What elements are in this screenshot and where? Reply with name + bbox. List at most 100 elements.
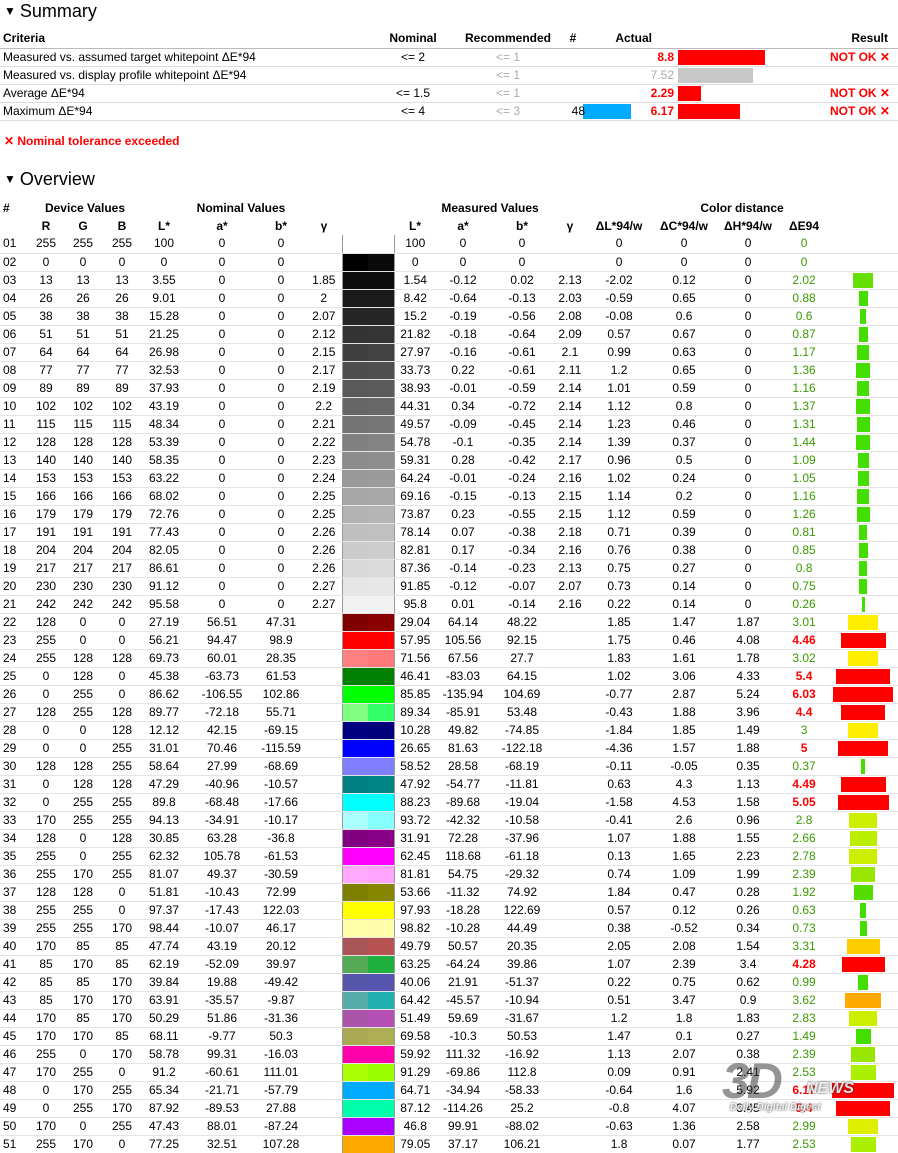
cell-mL: 71.56 — [394, 649, 437, 668]
row-index: 36 — [0, 865, 30, 884]
cell-G: 255 — [62, 1099, 104, 1118]
cell-dH: 1.13 — [716, 775, 781, 794]
delta-e-bar-cell — [828, 955, 898, 974]
cell-dL: 1.23 — [586, 415, 653, 434]
cell-dC: 0.47 — [652, 883, 717, 902]
cell-L: 15.28 — [140, 307, 188, 326]
col-dev-b: B — [117, 218, 127, 233]
cell-g — [306, 1063, 343, 1082]
cell-L: 86.62 — [140, 685, 188, 704]
measured-swatch — [368, 343, 394, 360]
cell-ma: -11.32 — [436, 883, 491, 902]
cell-mL: 82.81 — [394, 541, 437, 560]
cell-b: -61.53 — [256, 847, 306, 866]
cell-dC: 3.47 — [652, 991, 717, 1010]
row-index: 13 — [0, 451, 30, 470]
cell-delta-e: 0.26 — [780, 595, 829, 614]
cell-R: 85 — [30, 973, 62, 992]
cell-delta-e: 0.85 — [780, 541, 829, 560]
delta-e-bar — [857, 380, 870, 396]
cell-g — [306, 1009, 343, 1028]
nominal-swatch — [343, 649, 369, 666]
cell-dC: 0.5 — [652, 451, 717, 470]
row-index: 14 — [0, 469, 30, 488]
cell-dH: 0 — [716, 361, 781, 380]
cell-delta-e: 5.05 — [780, 793, 829, 812]
cell-g — [306, 253, 343, 272]
delta-e-bar-cell — [828, 775, 898, 794]
cell-delta-e: 3 — [780, 721, 829, 740]
overview-heading[interactable]: ▼ Overview — [4, 168, 95, 190]
cell-b: 0 — [256, 577, 306, 596]
delta-e-bar-cell — [828, 919, 898, 938]
delta-e-bar — [853, 884, 873, 900]
cell-ma: -0.15 — [436, 487, 491, 506]
cell-G: 115 — [62, 415, 104, 434]
cell-dC: 0.07 — [652, 1135, 717, 1153]
cell-B: 255 — [104, 865, 140, 884]
cell-delta-e: 3.62 — [780, 991, 829, 1010]
cell-B: 140 — [104, 451, 140, 470]
cell-b: -30.59 — [256, 865, 306, 884]
cell-delta-e: 5 — [780, 739, 829, 758]
cell-G: 128 — [62, 433, 104, 452]
cell-dL: 1.07 — [586, 955, 653, 974]
cell-dC: 4.3 — [652, 775, 717, 794]
table-row: 36 255 170 255 81.07 49.37 -30.59 81.81 54.75 -29… — [0, 865, 898, 884]
cell-g — [306, 847, 343, 866]
cell-g: 2.24 — [306, 469, 343, 488]
cell-mg: 2.15 — [554, 505, 587, 524]
cell-b: 72.99 — [256, 883, 306, 902]
cell-dL: 1.12 — [586, 505, 653, 524]
nominal-swatch — [343, 811, 369, 828]
cell-dC: 0.12 — [652, 901, 717, 920]
cell-L: 68.02 — [140, 487, 188, 506]
cell-mL: 40.06 — [394, 973, 437, 992]
cell-G: 170 — [62, 1027, 104, 1046]
cell-mg: 2.1 — [554, 343, 587, 362]
table-row: 21 242 242 242 95.58 0 0 2.27 95.8 0.01 -0.14 2.16 0… — [0, 595, 898, 614]
cell-dH: 0.35 — [716, 757, 781, 776]
summary-row: Measured vs. assumed target whitepoint Δ… — [0, 48, 898, 67]
cell-a: 19.88 — [188, 973, 256, 992]
cell-dC: 2.87 — [652, 685, 717, 704]
cell-a: -21.71 — [188, 1081, 256, 1100]
summary-row: Maximum ΔE*94 <= 4 <= 3 48 6.17 NOT OK ✕ — [0, 102, 898, 121]
cell-mg — [554, 829, 587, 848]
measured-swatch — [368, 973, 394, 990]
cell-mL: 59.31 — [394, 451, 437, 470]
table-row: 01 255 255 255 100 0 0 100 0 0 0 0 0 0 — [0, 235, 898, 254]
group-nominal-values: Nominal Values — [196, 200, 286, 215]
cell-g — [306, 865, 343, 884]
nominal-swatch — [343, 901, 369, 918]
col-meas-gamma: γ — [566, 218, 574, 233]
cell-dL: 0.51 — [586, 991, 653, 1010]
cell-dH: 1.83 — [716, 1009, 781, 1028]
color-swatch — [341, 829, 395, 848]
cell-R: 0 — [30, 775, 62, 794]
cell-L: 72.76 — [140, 505, 188, 524]
cell-mb: 27.7 — [490, 649, 555, 668]
cell-dL: 1.47 — [586, 1027, 653, 1046]
cell-dC: 0.27 — [652, 559, 717, 578]
cell-delta-e: 0.81 — [780, 523, 829, 542]
cell-B: 170 — [104, 1009, 140, 1028]
cell-mg: 2.07 — [554, 577, 587, 596]
summary-heading[interactable]: ▼ Summary — [4, 0, 97, 22]
cell-b: 0 — [256, 559, 306, 578]
cell-R: 89 — [30, 379, 62, 398]
cell-dL: -0.59 — [586, 289, 653, 308]
cell-G: 0 — [62, 721, 104, 740]
actual-bar — [678, 49, 765, 65]
cell-dL: 1.2 — [586, 361, 653, 380]
color-swatch — [341, 361, 395, 380]
cell-G: 128 — [62, 649, 104, 668]
delta-e-bar — [859, 560, 868, 576]
cell-dC: 0.59 — [652, 379, 717, 398]
cell-b: 46.17 — [256, 919, 306, 938]
result-status: NOT OK ✕ — [808, 102, 898, 121]
cell-ma: -64.24 — [436, 955, 491, 974]
cell-R: 242 — [30, 595, 62, 614]
cell-B: 128 — [104, 649, 140, 668]
cell-b: -36.8 — [256, 829, 306, 848]
